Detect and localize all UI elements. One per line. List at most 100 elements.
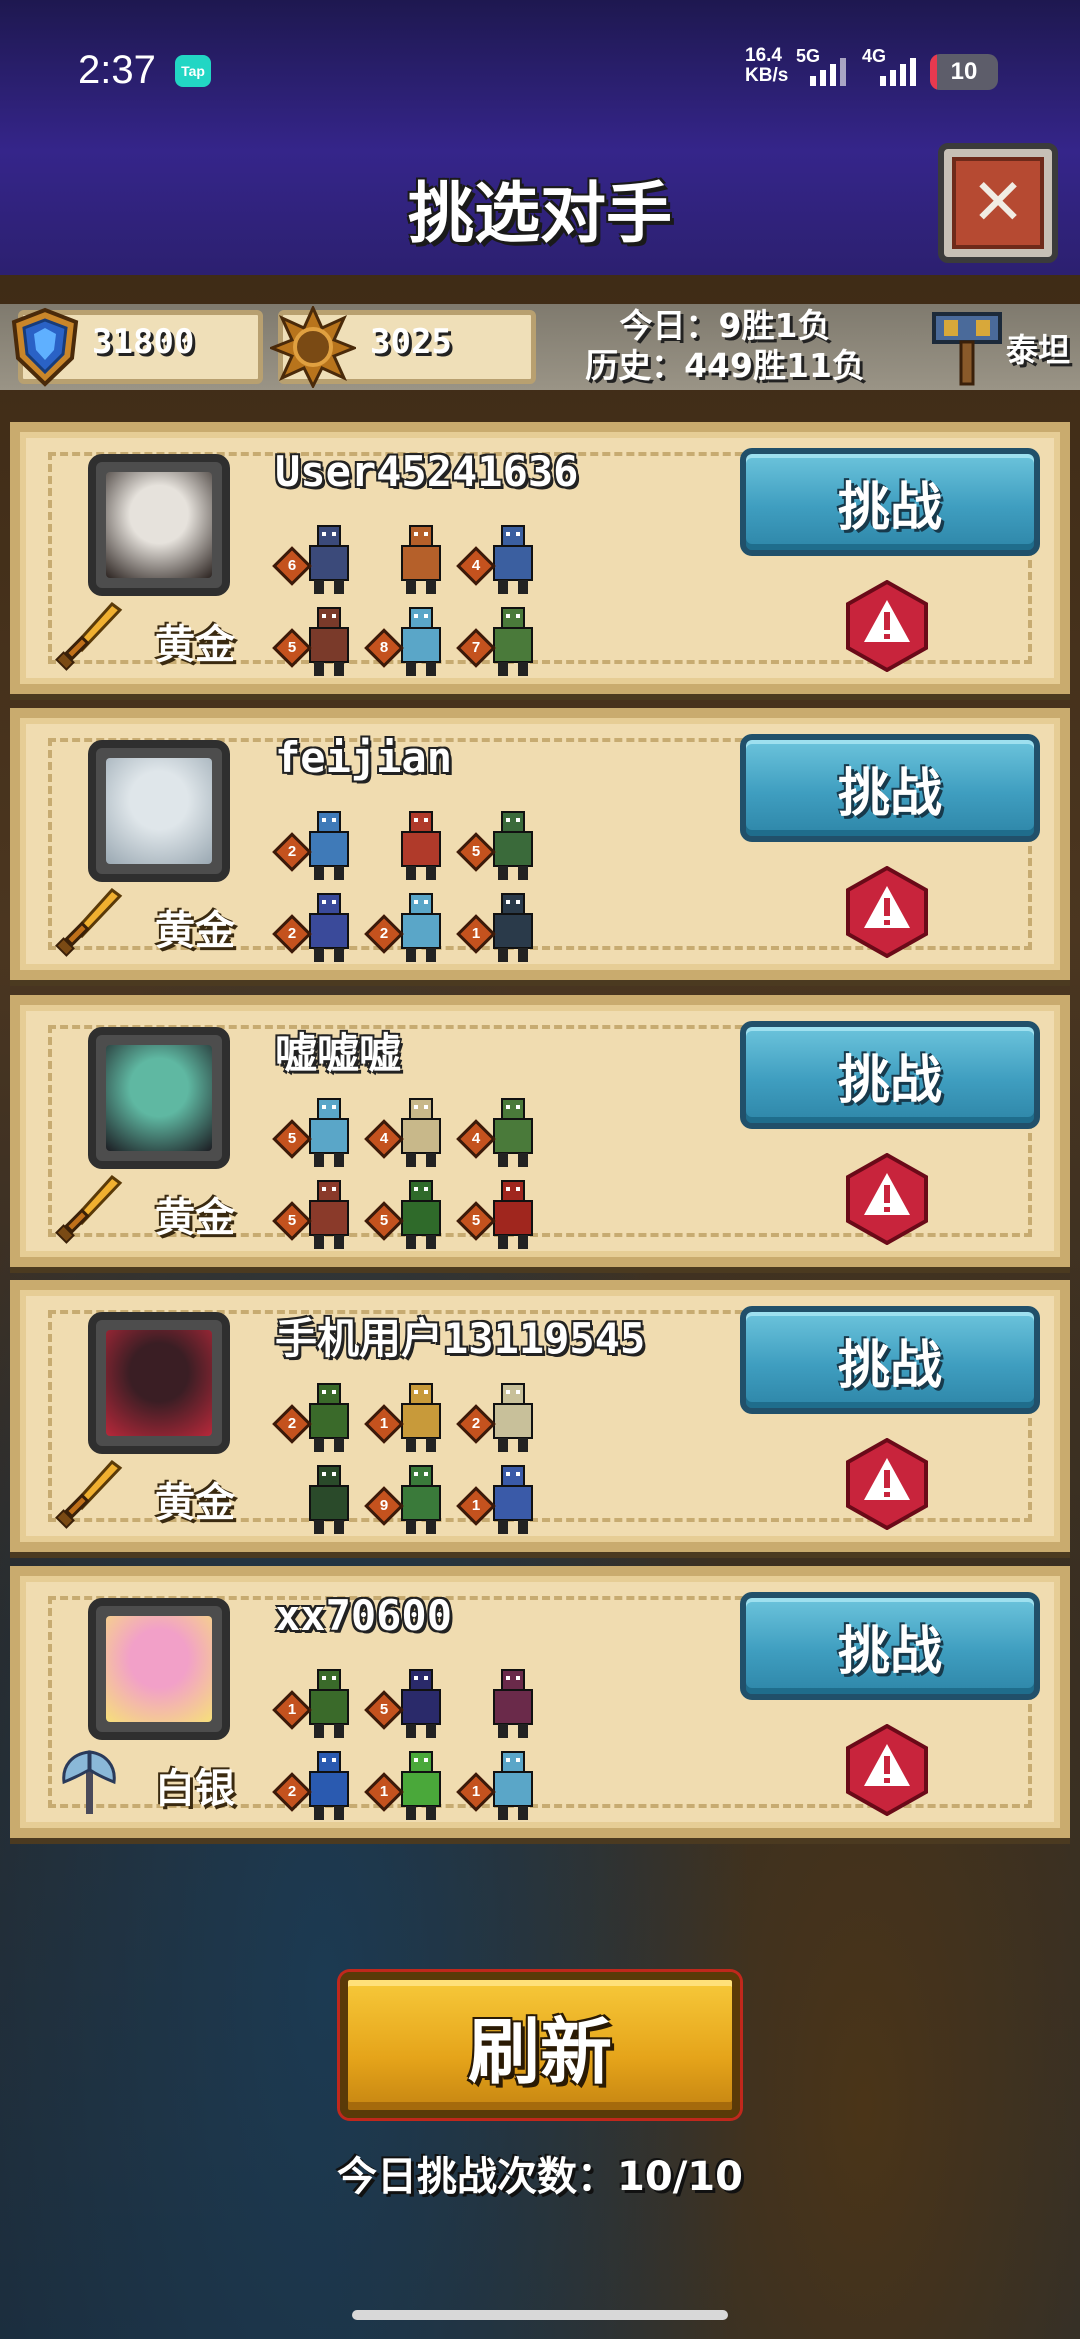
- warning-icon: [846, 1437, 928, 1531]
- unit-sprite-icon: [401, 1465, 441, 1534]
- unit-slot: 2: [364, 890, 450, 964]
- avatar-image: [106, 1330, 212, 1436]
- battery-icon: 10: [930, 54, 998, 90]
- shield-icon: [11, 307, 79, 387]
- unit-slot: 2: [272, 808, 358, 882]
- avatar[interactable]: [88, 1027, 230, 1169]
- warning-icon: [846, 1152, 928, 1246]
- report-button[interactable]: [844, 865, 930, 959]
- unit-slot: 4: [456, 1095, 542, 1169]
- tap-app-icon: Tap: [175, 55, 211, 87]
- signal-5g-icon: [810, 52, 846, 86]
- tier-label: 黄金: [155, 1480, 235, 1526]
- unit-sprite-icon: [493, 1669, 533, 1738]
- report-button[interactable]: [844, 1723, 930, 1817]
- refresh-button[interactable]: 刷新: [340, 1972, 740, 2118]
- player-name: User45241636: [275, 447, 579, 496]
- player-name: feijian: [275, 733, 453, 782]
- unit-sprite-icon: [493, 1751, 533, 1820]
- tier-label: 黄金: [155, 1195, 235, 1241]
- challenge-button[interactable]: 挑战: [740, 734, 1040, 842]
- unit-slot: [278, 1462, 358, 1536]
- unit-slot: 5: [364, 1177, 450, 1251]
- unit-sprite-icon: [309, 1669, 349, 1738]
- unit-sprite-icon: [309, 1751, 349, 1820]
- player-name: 嘘嘘嘘: [275, 1029, 402, 1078]
- unit-sprite-icon: [309, 1180, 349, 1249]
- unit-sprite-icon: [493, 1098, 533, 1167]
- avatar[interactable]: [88, 1312, 230, 1454]
- close-button[interactable]: ✕: [938, 143, 1058, 263]
- avatar-image: [106, 1616, 212, 1722]
- golden-sword-icon: [54, 1173, 124, 1245]
- challenge-button[interactable]: 挑战: [740, 1592, 1040, 1700]
- unit-sprite-icon: [309, 607, 349, 676]
- unit-sprite-icon: [401, 893, 441, 962]
- page-title: 挑选对手: [408, 175, 672, 252]
- unit-sprite-icon: [309, 1465, 349, 1534]
- today-record: 今日：9胜1负: [619, 306, 831, 345]
- unit-slot: [370, 522, 450, 596]
- opponent-card: 白银 xx70600 1 5 2 1 1 挑战: [10, 1566, 1070, 1838]
- report-button[interactable]: [844, 579, 930, 673]
- unit-slot: 9: [364, 1462, 450, 1536]
- tier-label: 黄金: [155, 908, 235, 954]
- avatar[interactable]: [88, 740, 230, 882]
- challenge-button[interactable]: 挑战: [740, 1021, 1040, 1129]
- unit-slot: 1: [364, 1380, 450, 1454]
- network-speed: 16.4 KB/s: [745, 45, 789, 86]
- unit-slot: 5: [456, 1177, 542, 1251]
- unit-slot: 5: [272, 604, 358, 678]
- challenge-button[interactable]: 挑战: [740, 448, 1040, 556]
- unit-slot: 2: [272, 890, 358, 964]
- unit-sprite-icon: [401, 1751, 441, 1820]
- player-name: xx70600: [275, 1591, 453, 1640]
- report-button[interactable]: [844, 1437, 930, 1531]
- status-bar: 2:37 Tap 16.4 KB/s 5G 4G 10: [0, 0, 1080, 140]
- unit-slot: 1: [364, 1748, 450, 1822]
- challenge-button[interactable]: 挑战: [740, 1306, 1040, 1414]
- hammer-icon: [932, 312, 1002, 386]
- unit-sprite-icon: [401, 1383, 441, 1452]
- golden-sword-icon: [54, 886, 124, 958]
- unit-sprite-icon: [401, 1669, 441, 1738]
- tier-label: 白银: [155, 1766, 235, 1812]
- unit-sprite-icon: [401, 525, 441, 594]
- unit-slot: 1: [272, 1666, 358, 1740]
- unit-slot: 5: [364, 1666, 450, 1740]
- unit-slot: 4: [456, 522, 542, 596]
- home-indicator[interactable]: [352, 2310, 728, 2320]
- unit-slot: [462, 1666, 542, 1740]
- unit-sprite-icon: [309, 1383, 349, 1452]
- avatar[interactable]: [88, 454, 230, 596]
- avatar-image: [106, 758, 212, 864]
- unit-slot: 1: [456, 1462, 542, 1536]
- unit-slot: 5: [272, 1095, 358, 1169]
- unit-sprite-icon: [493, 811, 533, 880]
- unit-sprite-icon: [309, 1098, 349, 1167]
- unit-sprite-icon: [401, 811, 441, 880]
- unit-slot: 6: [272, 522, 358, 596]
- unit-slot: 2: [272, 1748, 358, 1822]
- report-button[interactable]: [844, 1152, 930, 1246]
- signal-4g-icon: [880, 52, 916, 86]
- avatar-image: [106, 1045, 212, 1151]
- clock: 2:37: [78, 48, 156, 92]
- unit-sprite-icon: [401, 1180, 441, 1249]
- unit-slot: 1: [456, 1748, 542, 1822]
- trophy-count: 31800: [92, 322, 195, 362]
- avatar[interactable]: [88, 1598, 230, 1740]
- daily-challenge-count: 今日挑战次数：10/10: [337, 2154, 743, 2200]
- opponent-card: 黄金 嘘嘘嘘 5 4 4 5 5 5 挑战: [10, 995, 1070, 1267]
- unit-sprite-icon: [493, 1180, 533, 1249]
- unit-sprite-icon: [493, 1383, 533, 1452]
- tier-label: 黄金: [155, 622, 235, 668]
- unit-slot: 8: [364, 604, 450, 678]
- medal-icon: [270, 306, 356, 388]
- unit-sprite-icon: [493, 893, 533, 962]
- opponent-card: 黄金 User45241636 6 4 5 8 7 挑战: [10, 422, 1070, 694]
- unit-slot: [370, 808, 450, 882]
- warning-icon: [846, 1723, 928, 1817]
- close-icon: ✕: [952, 157, 1044, 249]
- unit-slot: 4: [364, 1095, 450, 1169]
